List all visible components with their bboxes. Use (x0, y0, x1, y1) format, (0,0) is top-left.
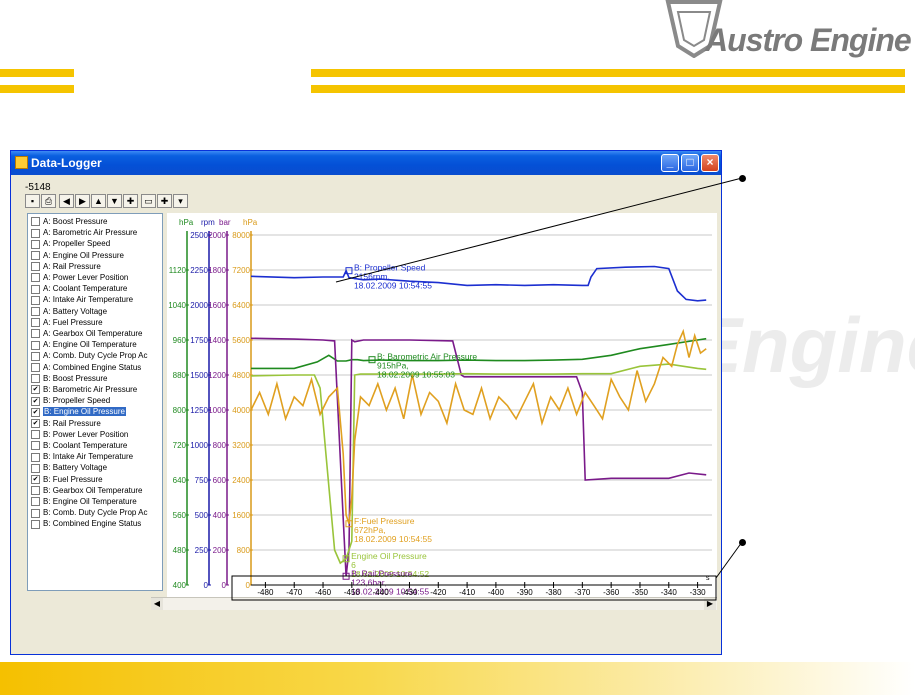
callout-overlay (231, 177, 743, 601)
callout-box-xaxis (231, 575, 717, 601)
callout-dot-1 (739, 175, 746, 182)
callout-dot-2 (739, 539, 746, 546)
callout-line-propeller (335, 177, 743, 283)
callout-line-axis (715, 541, 743, 579)
